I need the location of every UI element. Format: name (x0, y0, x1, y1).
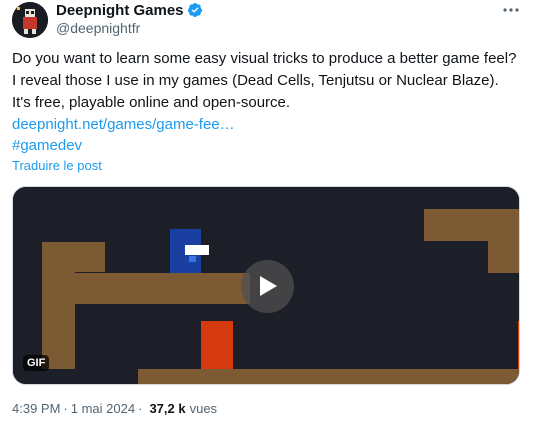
views-label: vues (189, 401, 218, 416)
gif-media[interactable]: GIF (12, 186, 520, 385)
author-handle[interactable]: @deepnightfr (56, 20, 203, 36)
avatar-image (12, 2, 48, 38)
display-name[interactable]: Deepnight Games (56, 2, 184, 19)
post-header: Deepnight Games @deepnightfr (56, 0, 203, 36)
avatar[interactable] (12, 2, 48, 38)
play-icon (260, 276, 277, 296)
meta-separator: · (138, 401, 143, 416)
gif-badge: GIF (23, 355, 50, 371)
hashtag-link[interactable]: #gamedev (12, 135, 82, 157)
more-horizontal-icon[interactable] (502, 1, 520, 19)
verified-badge-icon (187, 2, 203, 18)
post-link[interactable]: deepnight.net/games/game-fee… (12, 114, 235, 136)
post-meta: 4:39 PM · 1 mai 2024 · 37,2 k vues (12, 401, 217, 416)
views-count: 37,2 k (149, 401, 186, 416)
meta-separator: · (63, 401, 68, 416)
post-date[interactable]: 1 mai 2024 (71, 401, 135, 416)
translate-post-button[interactable]: Traduire le post (12, 158, 102, 173)
post-time[interactable]: 4:39 PM (12, 401, 60, 416)
post-text: Do you want to learn some easy visual tr… (12, 50, 517, 111)
play-button[interactable] (241, 260, 294, 313)
